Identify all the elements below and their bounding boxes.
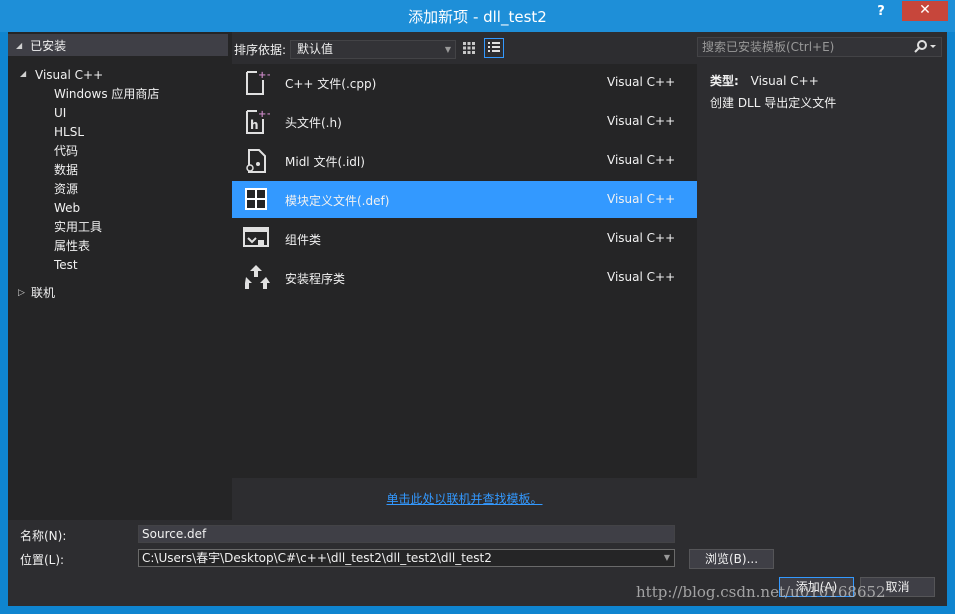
template-name: 模块定义文件(.def) <box>285 194 390 208</box>
sort-value: 默认值 <box>297 41 334 56</box>
tree-item-utilities[interactable]: 实用工具 <box>54 218 102 236</box>
close-button[interactable]: ✕ <box>902 1 948 21</box>
tree-item-code[interactable]: 代码 <box>54 142 78 160</box>
template-name: C++ 文件(.cpp) <box>285 77 377 91</box>
installed-label: 已安装 <box>30 38 67 53</box>
sort-bar: 排序依据: 默认值 ▼ <box>234 38 457 60</box>
collapse-arrow-icon[interactable]: ◢ <box>16 41 22 50</box>
list-view-button[interactable] <box>484 38 504 58</box>
list-view-icon <box>488 42 500 52</box>
tree-item-hlsl[interactable]: HLSL <box>54 123 84 141</box>
dialog-window: 添加新项 - dll_test2 ? ✕ ◢ 已安装 ◢ Visual C++ … <box>0 0 955 614</box>
template-name: 组件类 <box>285 233 322 247</box>
template-list: ++ C++ 文件(.cpp) Visual C++ h ++ 头文件(.h) … <box>232 64 697 478</box>
magnifier-icon <box>914 40 936 53</box>
tree-item-test[interactable]: Test <box>54 256 78 274</box>
online-templates-link[interactable]: 单击此处以联机并查找模板。 <box>232 490 697 507</box>
search-placeholder: 搜索已安装模板(Ctrl+E) <box>702 40 835 54</box>
template-name: Midl 文件(.idl) <box>285 155 365 169</box>
template-row-header[interactable]: h ++ 头文件(.h) Visual C++ <box>232 103 697 140</box>
template-language: Visual C++ <box>607 270 676 284</box>
detail-description: 创建 DLL 导出定义文件 <box>710 96 837 110</box>
template-language: Visual C++ <box>607 192 676 206</box>
sort-label: 排序依据: <box>234 42 287 57</box>
template-row-midl[interactable]: Midl 文件(.idl) Visual C++ <box>232 142 697 179</box>
tree-item-web[interactable]: Web <box>54 199 80 217</box>
tree-item-data[interactable]: 数据 <box>54 161 78 179</box>
template-language: Visual C++ <box>607 75 676 89</box>
grid-view-button[interactable] <box>459 38 479 58</box>
template-name: 安装程序类 <box>285 272 346 286</box>
name-field[interactable]: Source.def <box>138 525 675 543</box>
expand-arrow-icon[interactable]: ◢ <box>20 69 26 78</box>
name-label: 名称(N): <box>20 529 67 543</box>
chevron-down-icon[interactable]: ▼ <box>664 550 670 566</box>
search-input[interactable]: 搜索已安装模板(Ctrl+E) <box>697 37 942 57</box>
grid-view-icon <box>463 42 475 54</box>
svg-text:h: h <box>250 118 259 132</box>
tree-item-windows-store[interactable]: Windows 应用商店 <box>54 85 159 103</box>
cpp-file-icon: ++ <box>246 70 270 95</box>
template-language: Visual C++ <box>607 153 676 167</box>
tree-item-ui[interactable]: UI <box>54 104 66 122</box>
component-class-icon <box>243 227 269 247</box>
expand-right-arrow-icon[interactable]: ▷ <box>18 288 25 298</box>
svg-text:++: ++ <box>258 109 270 120</box>
template-row-component[interactable]: 组件类 Visual C++ <box>232 220 697 257</box>
tree-item-property-sheets[interactable]: 属性表 <box>54 237 90 255</box>
template-language: Visual C++ <box>607 114 676 128</box>
template-name: 头文件(.h) <box>285 116 342 130</box>
search-icon[interactable] <box>913 39 937 55</box>
tree-item-resources[interactable]: 资源 <box>54 180 78 198</box>
location-label: 位置(L): <box>20 553 65 567</box>
category-panel: ◢ 已安装 ◢ Visual C++ Windows 应用商店 UI HLSL … <box>8 32 232 520</box>
help-button[interactable]: ? <box>869 2 893 22</box>
svg-text:++: ++ <box>258 70 270 81</box>
type-value: Visual C++ <box>750 74 819 88</box>
tree-item-visual-cpp[interactable]: Visual C++ <box>35 66 103 84</box>
chevron-down-icon: ▼ <box>444 44 452 54</box>
def-file-icon <box>245 188 267 210</box>
title-bar[interactable]: 添加新项 - dll_test2 ? ✕ <box>0 0 955 32</box>
dialog-client: ◢ 已安装 ◢ Visual C++ Windows 应用商店 UI HLSL … <box>8 32 947 606</box>
detail-type: 类型: Visual C++ <box>710 72 819 89</box>
tree-item-online[interactable]: 联机 <box>31 284 55 302</box>
template-language: Visual C++ <box>607 231 676 245</box>
watermark: http://blog.csdn.net/u010168652 <box>636 583 886 601</box>
location-field[interactable]: C:\Users\春宇\Desktop\C#\c++\dll_test2\dll… <box>138 549 675 567</box>
template-row-cpp[interactable]: ++ C++ 文件(.cpp) Visual C++ <box>232 64 697 101</box>
template-row-installer[interactable]: 安装程序类 Visual C++ <box>232 259 697 296</box>
header-file-icon: h ++ <box>246 109 270 134</box>
installer-class-icon <box>245 265 270 289</box>
type-label: 类型: <box>710 74 739 88</box>
template-row-def[interactable]: 模块定义文件(.def) Visual C++ <box>232 181 697 218</box>
browse-button[interactable]: 浏览(B)... <box>689 549 774 569</box>
window-title: 添加新项 - dll_test2 <box>408 8 547 26</box>
midl-file-icon <box>246 149 266 173</box>
location-value: C:\Users\春宇\Desktop\C#\c++\dll_test2\dll… <box>142 551 492 565</box>
installed-header[interactable]: ◢ 已安装 <box>8 34 228 56</box>
sort-dropdown[interactable]: 默认值 ▼ <box>290 39 457 59</box>
